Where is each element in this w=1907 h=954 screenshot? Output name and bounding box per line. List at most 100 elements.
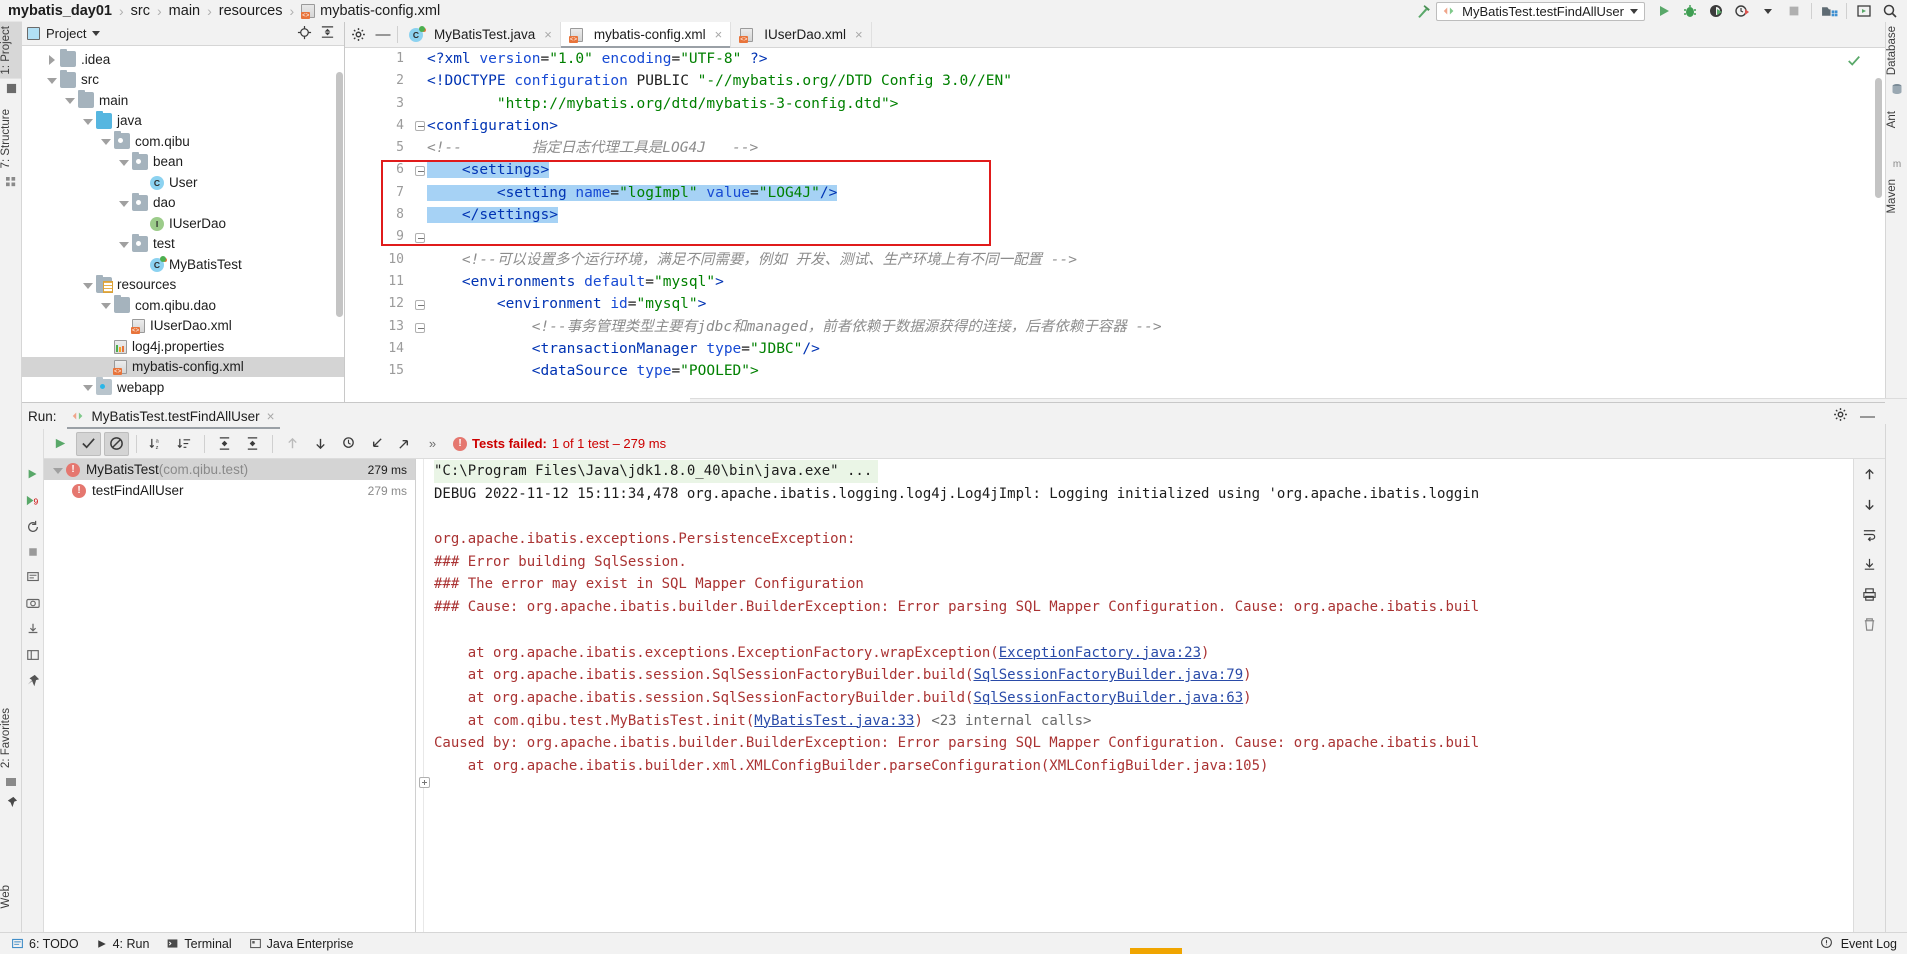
tree-node-user[interactable]: C User (22, 172, 344, 193)
test-row[interactable]: ! MyBatisTest (com.qibu.test) 279 ms (44, 459, 415, 480)
sidebar-item-favorites[interactable]: 2: Favorites (0, 704, 22, 772)
rerun-icon[interactable] (26, 467, 40, 484)
tree-node-log4j-properties[interactable]: log4j.properties (22, 336, 344, 357)
editor-scrollbar[interactable] (1875, 78, 1882, 198)
chevron-down-icon[interactable] (44, 70, 60, 90)
run-tab[interactable]: MyBatisTest.testFindAllUser × (66, 403, 281, 429)
code-line[interactable]: <!--可以设置多个运行环境，满足不同需要，例如 开发、测试、生产环境上有不同一… (427, 249, 1885, 271)
inspection-status-icon[interactable] (1847, 54, 1861, 68)
test-results-tree[interactable]: ! MyBatisTest (com.qibu.test) 279 ms! testF… (44, 459, 416, 932)
database-icon[interactable] (1886, 79, 1907, 99)
camera-icon[interactable] (25, 596, 40, 613)
status-todo-button[interactable]: 6: TODO (4, 934, 86, 954)
run-icon[interactable] (1651, 1, 1677, 22)
tree-node-webapp[interactable]: webapp (22, 377, 344, 398)
tree-node-java[interactable]: java (22, 110, 344, 132)
breadcrumb-resources[interactable]: resources (219, 3, 283, 19)
rerun-failed-icon[interactable]: 9 (25, 493, 40, 511)
collapse-all-icon[interactable] (240, 432, 265, 456)
import-tests-icon[interactable] (364, 432, 389, 456)
debug-icon[interactable] (1677, 1, 1703, 22)
stop-icon[interactable] (27, 546, 39, 561)
code-line[interactable]: "http://mybatis.org/dtd/mybatis-3-config… (427, 93, 1885, 115)
scroll-to-end-icon[interactable] (1862, 557, 1877, 575)
stop-icon[interactable] (1781, 1, 1807, 22)
stacktrace-link[interactable]: SqlSessionFactoryBuilder.java:79 (973, 667, 1243, 683)
code-line[interactable]: <setting name="logImpl" value="LOG4J"/> (427, 182, 1885, 204)
grid-icon[interactable] (0, 172, 22, 192)
run-configuration-selector[interactable]: MyBatisTest.testFindAllUser (1436, 1, 1645, 21)
chevron-down-icon[interactable] (80, 275, 96, 295)
stacktrace-collapsed-frames[interactable]: <23 internal calls> (923, 713, 1091, 729)
locate-file-icon[interactable] (297, 25, 312, 43)
chevron-down-icon[interactable] (80, 377, 96, 397)
chevron-down-icon[interactable] (92, 31, 101, 36)
fold-marker[interactable] (415, 323, 425, 333)
project-scrollbar[interactable] (336, 72, 343, 317)
export-tests-icon[interactable] (392, 432, 417, 456)
hide-icon[interactable]: — (1860, 408, 1875, 425)
code-line[interactable]: <environments default="mysql"> (427, 271, 1885, 293)
status-run-button[interactable]: 4: Run (89, 934, 157, 954)
tree-node-resources[interactable]: resources (22, 274, 344, 296)
restart-icon[interactable] (26, 520, 40, 537)
sidebar-item-project[interactable]: 1: Project (0, 22, 22, 79)
settings-gear-icon[interactable] (345, 22, 371, 47)
test-row[interactable]: ! testFindAllUser 279 ms (44, 480, 415, 501)
pin-icon[interactable] (26, 674, 40, 691)
code-line[interactable]: <configuration> (427, 115, 1885, 137)
show-passed-icon[interactable] (76, 431, 101, 456)
code-line[interactable]: <?xml version="1.0" encoding="UTF-8" ?> (427, 48, 1885, 70)
breadcrumb-file[interactable]: mybatis-config.xml (320, 3, 440, 19)
fold-marker[interactable] (419, 777, 430, 788)
fold-marker[interactable] (415, 166, 425, 176)
layout-icon[interactable] (26, 648, 40, 665)
code-editor[interactable]: 1 2 3 4 5 6 7 8 9 10 11 12 13 14 15 <?xml version="1.0… (345, 48, 1885, 402)
pin-icon[interactable] (0, 792, 22, 812)
code-line[interactable]: <dataSource type="POOLED"> (427, 360, 1885, 382)
breadcrumb-project[interactable]: mybatis_day01 (8, 3, 112, 19)
chevron-down-icon[interactable] (98, 295, 114, 315)
settings-gear-icon[interactable] (1833, 407, 1848, 425)
stacktrace-link[interactable]: MyBatisTest.java:33 (754, 713, 914, 729)
tree-node-test[interactable]: test (22, 233, 344, 255)
history-icon[interactable] (336, 432, 361, 456)
show-ignored-icon[interactable] (104, 431, 129, 456)
tree-node-main[interactable]: main (22, 90, 344, 111)
sidebar-item-database[interactable]: Database (1886, 22, 1907, 79)
soft-wrap-icon[interactable] (1862, 527, 1877, 545)
structure-square-icon[interactable] (0, 79, 22, 99)
hammer-icon[interactable] (1410, 1, 1436, 22)
tree-node-mybatistest[interactable]: C MyBatisTest (22, 254, 344, 275)
tree-node--idea[interactable]: .idea (22, 49, 344, 70)
breadcrumb-main[interactable]: main (169, 3, 200, 19)
close-icon[interactable]: × (544, 27, 552, 42)
profile-icon[interactable] (1729, 1, 1755, 22)
stacktrace-link[interactable]: ExceptionFactory.java:23 (999, 645, 1201, 661)
chevron-down-icon[interactable] (116, 193, 132, 213)
more-icon[interactable]: » (420, 432, 445, 456)
close-icon[interactable]: × (855, 27, 863, 42)
editor-tab-mybatis-config-xml[interactable]: mybatis-config.xml × (560, 22, 732, 48)
project-structure-icon[interactable] (1816, 1, 1842, 22)
code-line[interactable]: <transactionManager type="JDBC"/> (427, 338, 1885, 360)
fold-marker[interactable] (415, 300, 425, 310)
close-icon[interactable]: × (715, 27, 723, 42)
sort-alphabetically-icon[interactable]: az (144, 432, 169, 456)
bookmark-icon[interactable] (0, 772, 22, 792)
status-java-enterprise-button[interactable]: Java Enterprise (242, 934, 361, 954)
chevron-down-icon[interactable] (116, 234, 132, 254)
collapse-all-icon[interactable] (320, 25, 335, 43)
chevron-down-icon[interactable] (80, 111, 96, 131)
console-output[interactable]: "C:\Program Files\Java\jdk1.8.0_40\bin\j… (416, 459, 1853, 932)
next-failed-icon[interactable] (308, 432, 333, 456)
code-line[interactable]: <settings> (427, 159, 1885, 181)
export-icon[interactable] (26, 622, 40, 639)
code-line[interactable]: <!-- 指定日志代理工具是LOG4J --> (427, 137, 1885, 159)
tree-node-src[interactable]: src (22, 69, 344, 91)
status-terminal-button[interactable]: Terminal (159, 934, 238, 954)
fold-marker[interactable] (415, 233, 425, 243)
chevron-right-icon[interactable] (44, 49, 60, 69)
sort-by-duration-icon[interactable] (172, 432, 197, 456)
chevron-down-icon[interactable] (98, 131, 114, 151)
